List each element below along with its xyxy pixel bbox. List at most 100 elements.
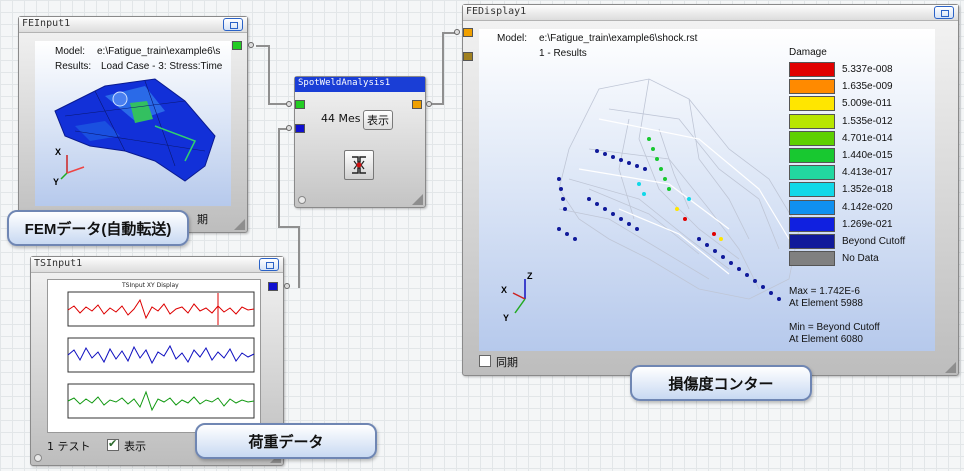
resize-grip-icon[interactable] — [412, 194, 423, 205]
sync-label: 同期 — [496, 356, 518, 369]
fe-input-peek-text: 期 — [197, 214, 208, 226]
fe-display-window[interactable]: FEDisplay1 Model: e:\Fatigue_train\examp… — [462, 4, 959, 376]
fe-display-titlebar[interactable]: FEDisplay1 — [463, 5, 958, 21]
ts-input-titlebar[interactable]: TSInput1 — [31, 257, 283, 273]
axis-y-label: Y — [53, 177, 59, 187]
fe-display-model-label: Model: — [497, 33, 528, 44]
legend-label: 1.352e-018 — [842, 184, 893, 196]
fe-input-viewport[interactable]: Model: e:\Fatigue_train\example6\s Resul… — [35, 41, 231, 206]
fe-display-model-path: e:\Fatigue_train\example6\shock.rst — [539, 33, 698, 44]
legend-swatch — [789, 251, 835, 267]
restore-icon[interactable] — [223, 18, 243, 31]
wireframe-model — [557, 78, 800, 301]
fe-display-results-line: 1 - Results — [539, 48, 587, 59]
legend-row: 4.413e-017 — [789, 165, 935, 181]
wire-fe-to-spotweld-h2 — [268, 103, 288, 105]
axis-x-label: X — [501, 285, 507, 295]
spotweld-output-port[interactable] — [412, 100, 422, 109]
ts-input-output-pin[interactable] — [284, 283, 290, 289]
legend-swatch — [789, 62, 835, 77]
fe-display-input-port-result[interactable] — [463, 28, 473, 37]
legend-label: 1.269e-021 — [842, 218, 893, 230]
axis-x-label: X — [55, 147, 61, 157]
spotweld-window[interactable]: SpotWeldAnalysis1 44 Mes 表示 — [294, 76, 426, 208]
spotweld-input-pin-fem[interactable] — [286, 101, 292, 107]
spotweld-input-port-load[interactable] — [295, 124, 305, 133]
spotweld-input-pin-load[interactable] — [286, 125, 292, 131]
legend-label: 5.337e-008 — [842, 64, 893, 75]
legend-row: 1.352e-018 — [789, 182, 935, 198]
legend-swatch — [789, 182, 835, 198]
legend-label: 1.440e-015 — [842, 150, 893, 161]
wire-ts-to-spotweld-v — [278, 128, 280, 228]
restore-icon[interactable] — [934, 6, 954, 19]
legend-swatch — [789, 96, 835, 112]
restore-icon[interactable] — [259, 258, 279, 271]
fe-input-output-pin[interactable] — [248, 42, 254, 48]
spotweld-title: SpotWeldAnalysis1 — [298, 78, 391, 88]
spotweld-titlebar[interactable]: SpotWeldAnalysis1 — [295, 77, 425, 92]
legend-row: 4.701e-014 — [789, 130, 935, 146]
legend-row: Beyond Cutoff — [789, 234, 935, 249]
axis-y-label: Y — [503, 313, 509, 323]
legend-row: 5.009e-011 — [789, 96, 935, 112]
spotweld-input-port-fem[interactable] — [295, 100, 305, 109]
min-value-text: Min = Beyond Cutoff — [789, 322, 880, 333]
legend-label: 4.413e-017 — [842, 167, 893, 179]
legend-label: 5.009e-011 — [842, 98, 892, 110]
spotweld-count-text: 44 Mes — [321, 112, 361, 125]
ts-status-dot — [34, 454, 42, 462]
damage-legend: Damage 5.337e-008 1.635e-009 5.009e-011 1.5… — [789, 47, 929, 287]
fe-display-input-port-model[interactable] — [463, 52, 473, 61]
legend-label: 4.142e-020 — [842, 201, 893, 213]
callout-load-data: 荷重データ — [195, 423, 377, 459]
fe-input-output-port[interactable] — [232, 41, 242, 50]
ts-show-label: 表示 — [124, 440, 146, 453]
legend-row: 4.142e-020 — [789, 199, 935, 215]
ts-plot-graphs — [67, 291, 255, 419]
ts-input-output-port[interactable] — [268, 282, 278, 291]
resize-grip-icon[interactable] — [945, 362, 956, 373]
ts-input-title: TSInput1 — [34, 258, 83, 269]
spotweld-output-pin[interactable] — [426, 101, 432, 107]
fe-input-titlebar[interactable]: FEInput1 — [19, 17, 247, 33]
legend-swatch — [789, 216, 835, 232]
axis-triad-icon: X Y — [53, 147, 85, 187]
legend-row: No Data — [789, 251, 935, 267]
legend-row: 1.269e-021 — [789, 216, 935, 232]
sync-checkbox[interactable] — [479, 355, 491, 367]
spotweld-status-dot — [298, 196, 306, 204]
wire-ts-to-spotweld-h2 — [278, 226, 300, 228]
ts-show-checkbox[interactable] — [107, 437, 119, 451]
callout-fem-data: FEMデータ(自動転送) — [7, 210, 189, 246]
max-element-text: At Element 5988 — [789, 298, 863, 309]
fe-display-viewport[interactable]: Model: e:\Fatigue_train\example6\shock.r… — [479, 29, 935, 351]
ts-xy-display[interactable]: TSInput XY Display — [47, 279, 261, 433]
spotweld-show-button[interactable]: 表示 — [363, 110, 393, 130]
legend-label: 1.535e-012 — [842, 115, 893, 127]
resize-grip-icon[interactable] — [234, 219, 245, 230]
legend-swatch — [789, 79, 835, 95]
fe-input-window[interactable]: FEInput1 Model: e:\Fatigue_train\example… — [18, 16, 248, 233]
fe-input-title: FEInput1 — [22, 18, 71, 29]
legend-label: 4.701e-014 — [842, 132, 893, 144]
callout-damage-contour: 損傷度コンター — [630, 365, 812, 401]
legend-swatch — [789, 130, 835, 146]
legend-rows: 5.337e-008 1.635e-009 5.009e-011 1.535e-012… — [789, 62, 929, 282]
max-value-text: Max = 1.742E-6 — [789, 286, 860, 297]
spotweld-analysis-icon[interactable] — [344, 150, 374, 180]
wire-spotweld-to-display-v — [442, 32, 444, 105]
ts-count-text: 1 テスト — [47, 440, 91, 453]
legend-row: 1.440e-015 — [789, 148, 935, 163]
legend-swatch — [789, 148, 835, 163]
legend-swatch — [789, 113, 835, 129]
fe-display-input-pin-result[interactable] — [454, 29, 460, 35]
legend-swatch — [789, 234, 835, 249]
axis-z-label: Z — [527, 271, 533, 281]
legend-label: No Data — [842, 253, 879, 265]
legend-title: Damage — [789, 47, 827, 58]
fe-display-title: FEDisplay1 — [466, 6, 527, 17]
legend-row: 1.635e-009 — [789, 79, 935, 95]
legend-label: Beyond Cutoff — [842, 236, 906, 247]
wire-fe-to-spotweld-v — [268, 45, 270, 105]
